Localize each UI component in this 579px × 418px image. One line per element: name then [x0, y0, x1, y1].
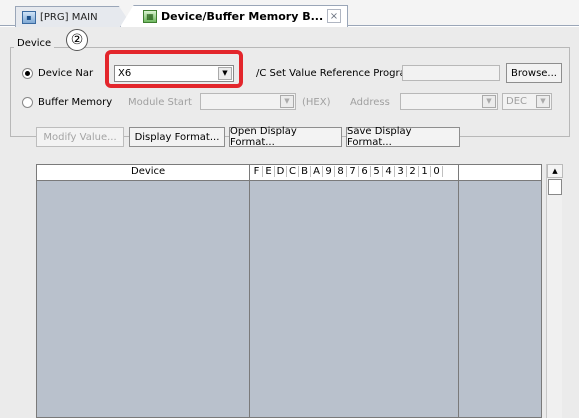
address-combo: ▼ — [400, 93, 498, 110]
tab-label: Device/Buffer Memory B... — [161, 10, 324, 23]
bit-header: F — [251, 166, 263, 177]
device-name-radio[interactable]: Device Nar — [22, 68, 93, 79]
bit-header: B — [299, 166, 311, 177]
address-label: Address — [350, 97, 390, 108]
buffer-memory-radio[interactable]: Buffer Memory — [22, 97, 112, 108]
program-icon: ▪ — [22, 10, 36, 24]
tab-label: [PRG] MAIN — [40, 11, 98, 23]
bit-header: 5 — [371, 166, 383, 177]
grid-header: Device F E D C B A 9 8 7 6 5 4 3 2 1 0 — [37, 165, 541, 181]
vertical-scrollbar[interactable]: ▲ — [546, 164, 563, 418]
bit-header: A — [311, 166, 323, 177]
bit-header: 4 — [383, 166, 395, 177]
device-group-label: Device — [14, 38, 55, 49]
tc-set-value-label: /C Set Value Reference Program — [256, 68, 416, 79]
bit-header: E — [263, 166, 275, 177]
chevron-down-icon: ▼ — [482, 95, 496, 108]
step-marker: ② — [66, 29, 88, 51]
radio-selected-icon — [22, 68, 33, 79]
scroll-thumb[interactable] — [548, 179, 562, 195]
bit-header: 6 — [359, 166, 371, 177]
dec-combo: DEC ▼ — [502, 93, 552, 110]
chevron-down-icon: ▼ — [536, 95, 550, 108]
column-divider — [458, 165, 459, 417]
column-divider — [249, 165, 250, 417]
bit-header: 9 — [323, 166, 335, 177]
bit-header: 8 — [335, 166, 347, 177]
scroll-up-icon[interactable]: ▲ — [547, 164, 563, 178]
column-header-device: Device — [131, 166, 166, 177]
tab-device-buffer-memory[interactable]: ▦ Device/Buffer Memory B... × — [120, 5, 348, 27]
bit-header: D — [275, 166, 287, 177]
main-panel: Device ② Device Nar X6 ▼ /C Set Value Re… — [0, 27, 579, 418]
device-monitor-icon: ▦ — [143, 10, 157, 23]
dec-value: DEC — [506, 96, 528, 107]
close-icon[interactable]: × — [327, 9, 341, 23]
bit-headers: F E D C B A 9 8 7 6 5 4 3 2 1 0 — [251, 166, 443, 177]
buffer-memory-label: Buffer Memory — [38, 97, 113, 108]
bit-header: 0 — [431, 166, 443, 177]
radio-unselected-icon — [22, 97, 33, 108]
reference-program-field — [402, 65, 500, 81]
bit-header: C — [287, 166, 299, 177]
device-name-label: Device Nar — [38, 68, 94, 79]
device-group — [10, 47, 570, 137]
tab-prg-main[interactable]: ▪ [PRG] MAIN — [15, 6, 133, 27]
bit-header: 3 — [395, 166, 407, 177]
bit-header: 7 — [347, 166, 359, 177]
open-display-format-button[interactable]: Open Display Format... — [229, 126, 342, 148]
modify-value-button: Modify Value... — [36, 127, 124, 147]
bit-header: 1 — [419, 166, 431, 177]
bit-header: 2 — [407, 166, 419, 177]
device-grid[interactable]: Device F E D C B A 9 8 7 6 5 4 3 2 1 0 — [36, 164, 542, 418]
module-start-combo: ▼ — [200, 93, 296, 110]
highlight-frame — [105, 50, 243, 88]
chevron-down-icon: ▼ — [280, 95, 294, 108]
display-format-button[interactable]: Display Format... — [129, 127, 225, 147]
module-start-label: Module Start — [128, 97, 192, 108]
hex-label: (HEX) — [302, 97, 331, 108]
browse-button[interactable]: Browse... — [506, 63, 562, 83]
save-display-format-button[interactable]: Save Display Format... — [346, 126, 460, 148]
tab-bar: ▪ [PRG] MAIN ▦ Device/Buffer Memory B...… — [0, 0, 579, 27]
